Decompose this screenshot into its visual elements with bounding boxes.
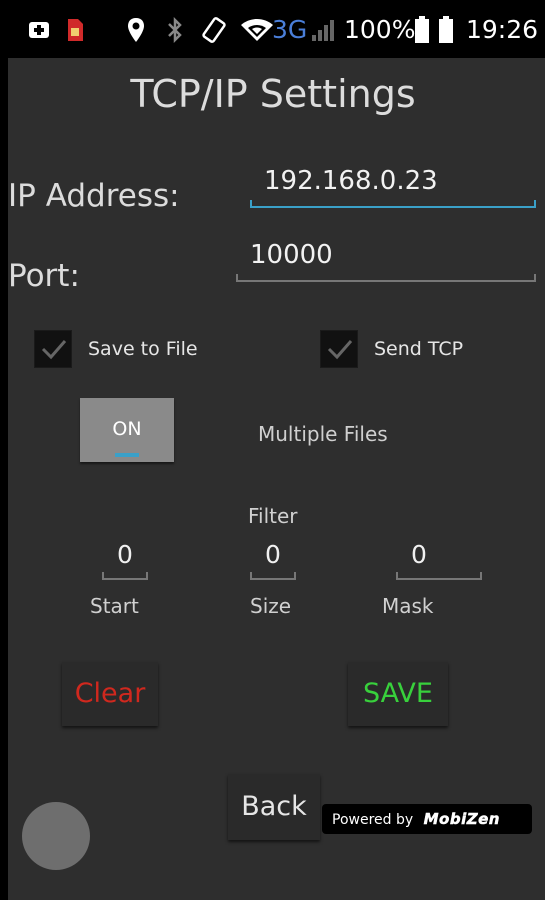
filter-start-value: 0 (117, 540, 133, 569)
multiple-files-toggle[interactable]: ON (80, 398, 174, 462)
send-tcp-label: Send TCP (374, 338, 464, 360)
save-button[interactable]: SAVE (348, 662, 448, 726)
network-type-label: 3G (272, 15, 308, 44)
page-title: TCP/IP Settings (130, 72, 416, 116)
filter-start-label: Start (90, 594, 139, 618)
clear-button[interactable]: Clear (62, 662, 158, 726)
filter-size-value: 0 (265, 540, 281, 569)
status-bar: 3G 100% 19:26 (0, 0, 545, 58)
filter-heading: Filter (248, 504, 298, 528)
toggle-state-label: ON (112, 418, 142, 440)
battery-icon (412, 14, 432, 46)
checkmark-icon (41, 340, 67, 360)
notification-plus-icon (26, 14, 52, 46)
watermark-prefix: Powered by (332, 812, 414, 828)
port-label: Port: (8, 258, 80, 294)
battery-percent: 100% (344, 15, 416, 44)
filter-mask-underline (396, 572, 482, 580)
ip-address-field[interactable]: 192.168.0.23 (248, 160, 536, 210)
multiple-files-label: Multiple Files (258, 422, 388, 446)
phone-screen: 3G 100% 19:26 TCP/IP Settings IP Address… (0, 0, 545, 900)
filter-size-field[interactable]: 0 (250, 536, 296, 582)
clock: 19:26 (466, 15, 539, 44)
sim-card-icon (64, 14, 86, 46)
filter-size-underline (250, 572, 296, 580)
port-field[interactable]: 10000 (234, 236, 536, 286)
port-underline (236, 274, 536, 282)
bluetooth-icon (164, 14, 186, 46)
save-to-file-label: Save to File (88, 338, 198, 360)
filter-start-field[interactable]: 0 (102, 536, 148, 582)
filter-mask-value: 0 (411, 540, 427, 569)
port-value: 10000 (250, 240, 333, 270)
ip-address-value: 192.168.0.23 (264, 166, 438, 196)
send-tcp-checkbox[interactable] (320, 330, 358, 368)
floating-bubble[interactable] (22, 802, 90, 870)
save-to-file-checkbox[interactable] (34, 330, 72, 368)
checkmark-icon (327, 340, 353, 360)
ip-address-underline (250, 200, 536, 208)
filter-size-label: Size (250, 594, 292, 618)
battery-full-icon (436, 14, 456, 46)
filter-start-underline (102, 572, 148, 580)
signal-icon (310, 14, 338, 46)
send-tcp-checkbox-row[interactable]: Send TCP (320, 328, 520, 370)
wifi-icon (240, 14, 274, 46)
ip-address-label: IP Address: (8, 178, 180, 214)
tcp-ip-settings-screen: TCP/IP Settings IP Address: 192.168.0.23… (8, 58, 545, 900)
watermark-logo: MobiZen (423, 810, 500, 829)
location-pin-icon (124, 14, 148, 46)
back-button[interactable]: Back (228, 774, 320, 840)
recorder-watermark: Powered by MobiZen (322, 804, 532, 834)
screen-rotate-icon (200, 14, 228, 46)
save-to-file-checkbox-row[interactable]: Save to File (34, 328, 234, 370)
filter-mask-field[interactable]: 0 (396, 536, 482, 582)
toggle-indicator (115, 453, 139, 457)
filter-mask-label: Mask (382, 594, 434, 618)
